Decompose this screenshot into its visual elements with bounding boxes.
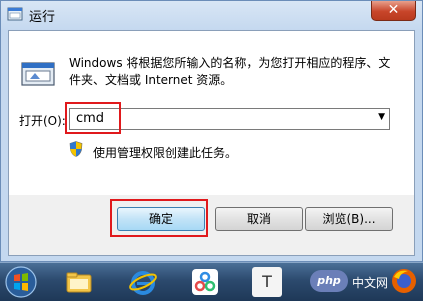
app-launcher-icon[interactable] <box>190 267 220 297</box>
run-program-icon <box>21 62 55 86</box>
uac-shield-icon <box>69 141 83 157</box>
command-input-value[interactable]: cmd <box>76 111 104 126</box>
firefox-icon[interactable] <box>390 267 418 295</box>
internet-explorer-icon[interactable] <box>128 267 158 297</box>
start-button-icon[interactable] <box>4 265 38 299</box>
site-name-text: 中文网 <box>352 276 389 290</box>
cancel-button[interactable]: 取消 <box>215 207 303 231</box>
run-app-icon <box>7 7 23 21</box>
open-label: 打开(O): <box>19 114 66 128</box>
close-button[interactable]: ✕ <box>371 1 416 21</box>
command-input[interactable]: cmd ▼ <box>69 108 390 130</box>
text-editor-icon[interactable]: T <box>252 267 282 297</box>
dialog-client-area: Windows 将根据您所输入的名称，为您打开相应的程序、文件夹、文档或 Int… <box>8 30 415 256</box>
dialog-description: Windows 将根据您所输入的名称，为您打开相应的程序、文件夹、文档或 Int… <box>69 56 391 87</box>
admin-privilege-note: 使用管理权限创建此任务。 <box>93 146 238 160</box>
window-title: 运行 <box>29 10 56 25</box>
title-bar[interactable]: 运行 ✕ <box>1 1 422 29</box>
ok-button[interactable]: 确定 <box>117 207 205 231</box>
browse-button[interactable]: 浏览(B)... <box>305 207 393 231</box>
dialog-content-panel: Windows 将根据您所输入的名称，为您打开相应的程序、文件夹、文档或 Int… <box>9 31 414 195</box>
php-badge: php <box>310 270 348 292</box>
run-dialog-window: 运行 ✕ Windows 将根据您所输入的名称，为您打开相应的程序、文件夹、文档… <box>0 0 423 262</box>
dropdown-arrow-icon[interactable]: ▼ <box>378 112 385 122</box>
taskbar: T php 中文网 <box>0 262 423 301</box>
file-explorer-icon[interactable] <box>64 267 94 297</box>
